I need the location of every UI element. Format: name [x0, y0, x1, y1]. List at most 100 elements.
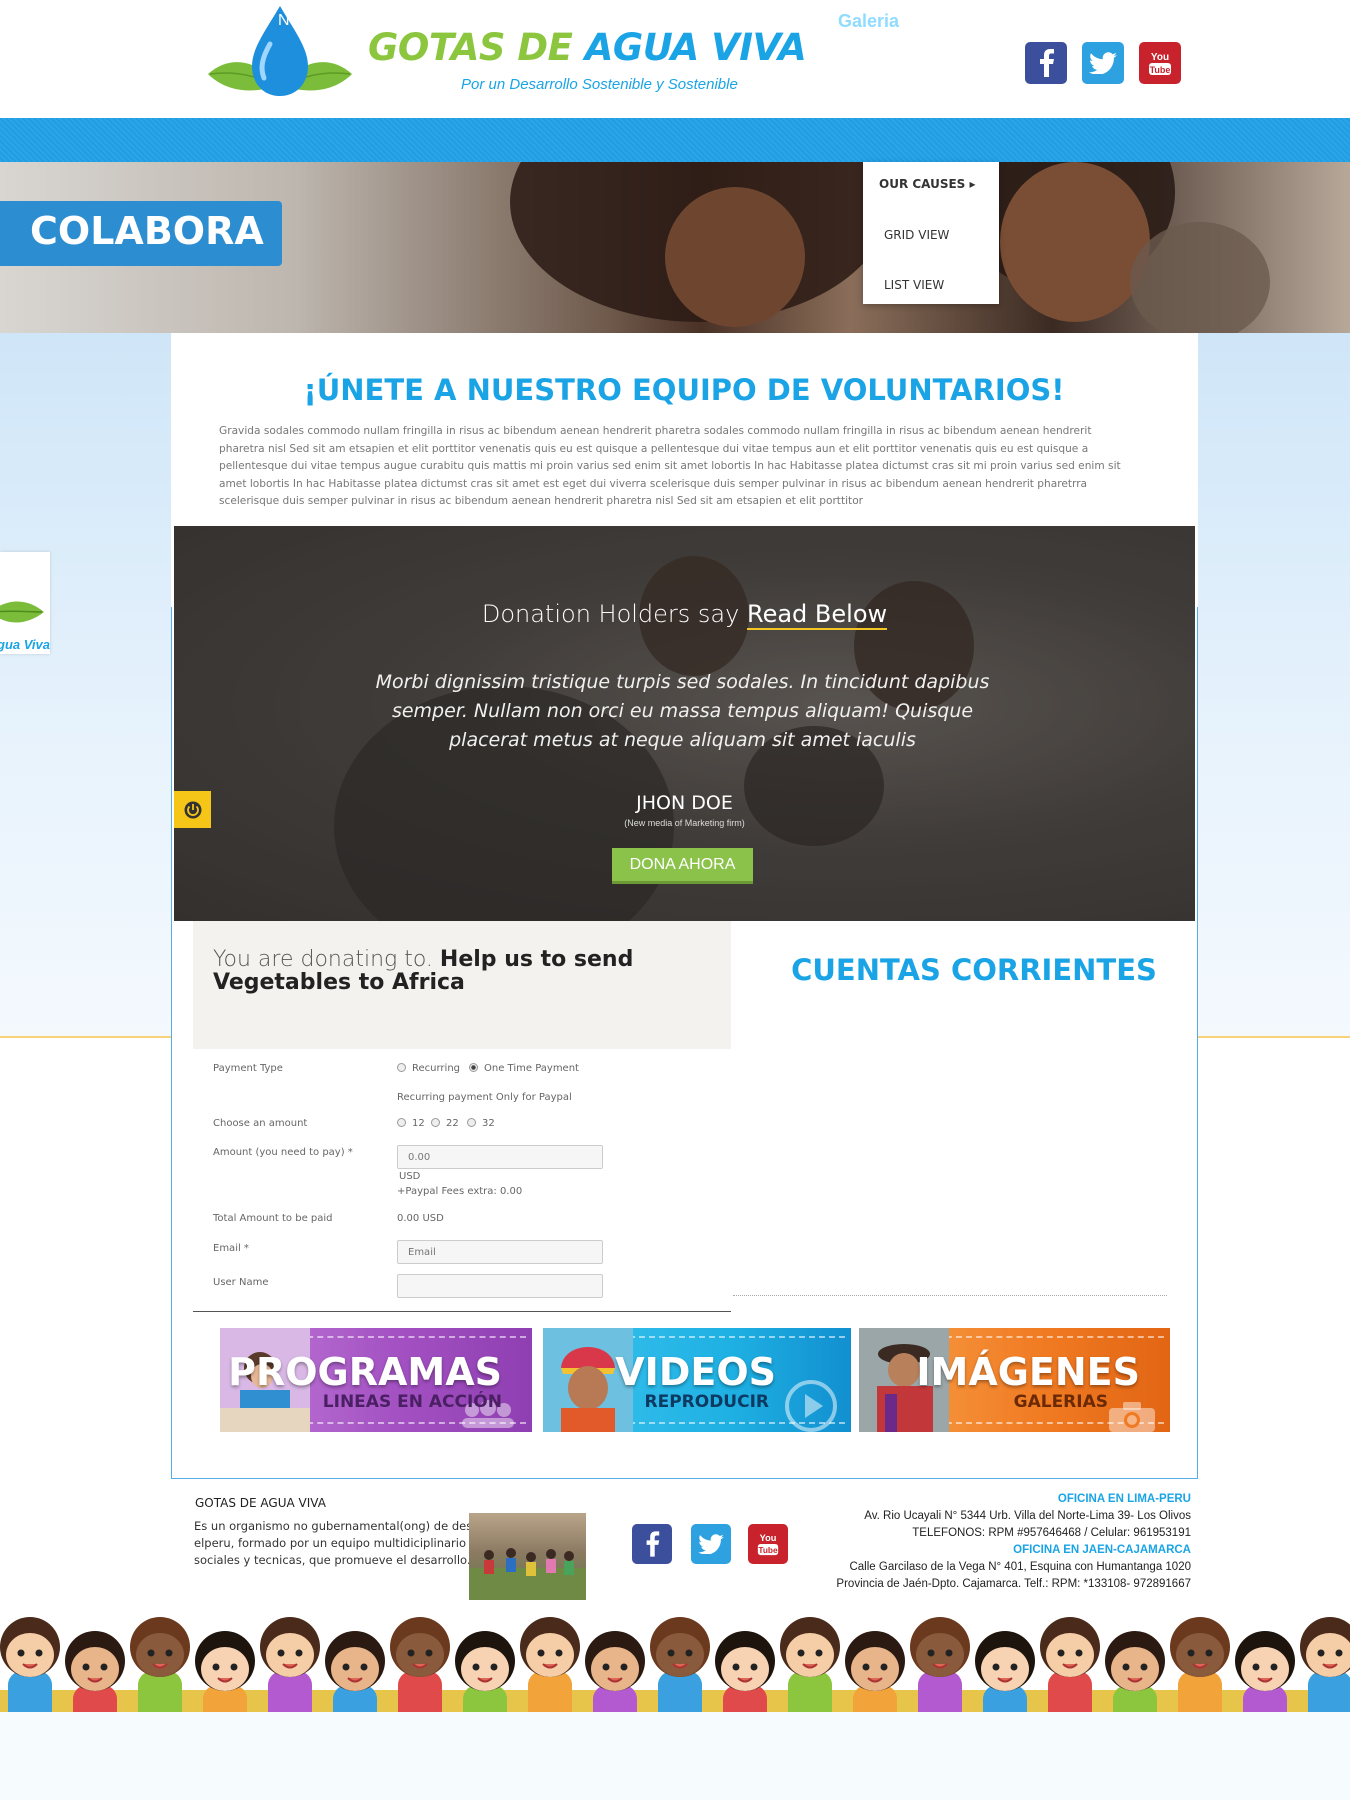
brand-title-part1: GOTAS DE	[368, 26, 573, 69]
one-time-radio[interactable]	[469, 1063, 478, 1072]
cartoon-child	[650, 1617, 710, 1713]
dropdown-our-causes[interactable]: OUR CAUSES ▸	[879, 177, 976, 191]
amount-22-label: 22	[446, 1118, 459, 1129]
svg-text:Tube: Tube	[758, 1545, 778, 1555]
cartoon-child	[1300, 1617, 1350, 1713]
cartoon-child	[715, 1631, 775, 1713]
facebook-icon	[1040, 49, 1054, 77]
banner-programas-title: PROGRAMAS	[228, 1350, 502, 1394]
footer-youtube-link[interactable]: You Tube	[748, 1524, 788, 1564]
paypal-fees-note: +Paypal Fees extra: 0.00	[397, 1186, 523, 1197]
cartoon-child	[1105, 1631, 1165, 1713]
payment-type-label: Payment Type	[213, 1063, 283, 1074]
footer-photo	[469, 1513, 586, 1600]
play-icon	[785, 1380, 837, 1432]
nav-item-inicio[interactable]: Inicio	[184, 12, 221, 30]
banner-imagenes-subtitle: GALERIAS	[1013, 1392, 1108, 1412]
settings-toggle-button[interactable]	[174, 791, 211, 828]
cartoon-child	[325, 1631, 385, 1713]
cartoon-child	[845, 1631, 905, 1713]
amount-currency: USD	[399, 1171, 421, 1182]
testimonial-heading: Donation Holders say Read Below	[174, 600, 1195, 630]
recurring-note: Recurring payment Only for Paypal	[397, 1092, 572, 1103]
total-amount-label: Total Amount to be paid	[213, 1213, 333, 1224]
children-running-photo	[469, 1548, 586, 1600]
username-label: User Name	[213, 1277, 269, 1288]
brand-title-part2: AGUA VIVA	[584, 26, 807, 69]
cuentas-divider	[733, 1295, 1167, 1296]
amount-22-radio[interactable]	[431, 1118, 440, 1127]
form-divider	[193, 1311, 731, 1312]
twitter-icon	[1089, 52, 1117, 74]
footer-desc-line: sociales y tecnicas, que promueve el des…	[194, 1553, 469, 1567]
cartoon-child	[455, 1631, 515, 1713]
footer-twitter-link[interactable]	[691, 1524, 731, 1564]
amount-option-22[interactable]: 22	[431, 1118, 459, 1129]
cartoon-child	[1170, 1617, 1230, 1713]
youtube-icon: You Tube	[757, 1533, 779, 1555]
nav-item-contactenos[interactable]: Contactenos	[1067, 12, 1157, 30]
brand-tagline: Por un Desarrollo Sostenible y Sostenibl…	[461, 76, 738, 93]
cartoon-child	[130, 1617, 190, 1713]
amount-option-12[interactable]: 12	[397, 1118, 425, 1129]
banner-videos-title: VIDEOS	[615, 1350, 776, 1394]
donate-now-button[interactable]: DONA AHORA	[612, 848, 753, 884]
office1-title: OFICINA EN LIMA-PERU	[1057, 1493, 1191, 1505]
youtube-link[interactable]: You Tube	[1139, 42, 1181, 84]
payment-option-recurring[interactable]: Recurring	[397, 1063, 460, 1074]
nav-item-colabora[interactable]: Colabora	[949, 12, 1014, 30]
office1-phones: TELEFONOS: RPM #957646468 / Celular: 961…	[912, 1527, 1191, 1539]
testimonial-heading-light: Donation Holders say	[481, 600, 740, 628]
banner-imagenes[interactable]: IMÁGENES GALERIAS	[859, 1328, 1170, 1432]
nav-item-nosotros[interactable]: Nosotros	[278, 12, 342, 30]
cartoon-child	[780, 1617, 840, 1713]
username-input[interactable]	[397, 1274, 603, 1298]
footer-desc-line: elperu, formado por un equipo multidicip…	[194, 1536, 469, 1550]
email-input[interactable]	[397, 1240, 603, 1264]
svg-text:Tube: Tube	[1150, 65, 1171, 75]
amount-12-radio[interactable]	[397, 1118, 406, 1127]
twitter-link[interactable]	[1082, 42, 1124, 84]
dropdown-list-view[interactable]: LIST VIEW	[884, 278, 944, 292]
power-icon	[184, 801, 201, 818]
cartoon-child	[390, 1617, 450, 1713]
intro-title: ¡ÚNETE A NUESTRO EQUIPO DE VOLUNTARIOS!	[303, 373, 1065, 407]
banner-programas-subtitle: LINEAS EN ACCIÓN	[322, 1392, 502, 1412]
email-label: Email *	[213, 1243, 249, 1254]
intro-body: Gravida sodales commodo nullam fringilla…	[219, 425, 1121, 508]
nav-item-programas[interactable]: Programas y Lineas de Acción	[400, 11, 616, 29]
amount-option-32[interactable]: 32	[467, 1118, 495, 1129]
recurring-radio[interactable]	[397, 1063, 406, 1072]
payment-option-one-time[interactable]: One Time Payment	[469, 1063, 579, 1074]
facebook-icon	[646, 1531, 660, 1557]
amount-32-radio[interactable]	[467, 1118, 476, 1127]
facebook-link[interactable]	[1025, 42, 1067, 84]
testimonial-heading-bold: Read Below	[746, 600, 888, 630]
nav-item-publicaciones[interactable]: Publicaciones	[682, 12, 781, 30]
cartoon-child	[1040, 1617, 1100, 1713]
footer-facebook-link[interactable]	[632, 1524, 672, 1564]
leaf-logo-icon	[0, 601, 44, 623]
footer-description: Es un organismo no gubernamental(ong) de…	[194, 1518, 469, 1580]
cartoon-child	[910, 1617, 970, 1713]
amount-12-label: 12	[412, 1118, 425, 1129]
banner-programas[interactable]: PROGRAMAS LINEAS EN ACCIÓN	[220, 1328, 532, 1432]
office2-title: OFICINA EN JAEN-CAJAMARCA	[1013, 1544, 1191, 1556]
hero-title: COLABORA	[30, 209, 264, 253]
dropdown-grid-view[interactable]: GRID VIEW	[884, 228, 949, 242]
side-widget-label: gua Viva	[0, 637, 50, 652]
svg-text:You: You	[1151, 52, 1169, 63]
total-amount-value: 0.00 USD	[397, 1213, 444, 1224]
camera-icon	[1109, 1402, 1155, 1432]
nav-item-galeria[interactable]: Galeria	[838, 11, 899, 32]
cartoon-child	[975, 1631, 1035, 1713]
banner-imagenes-title: IMÁGENES	[916, 1350, 1140, 1394]
amount-input[interactable]	[397, 1145, 603, 1169]
office2-phones: Provincia de Jaén-Dpto. Cajamarca. Telf.…	[836, 1578, 1191, 1590]
cartoon-child	[520, 1617, 580, 1713]
office1-address: Av. Rio Ucayali N° 5344 Urb. Villa del N…	[864, 1510, 1191, 1522]
brand-title: GOTAS DE AGUA VIVA	[368, 26, 807, 69]
youtube-icon: You Tube	[1149, 52, 1171, 75]
donation-prefix: You are donating to.	[213, 947, 433, 972]
banner-videos[interactable]: VIDEOS REPRODUCIR	[543, 1328, 851, 1432]
